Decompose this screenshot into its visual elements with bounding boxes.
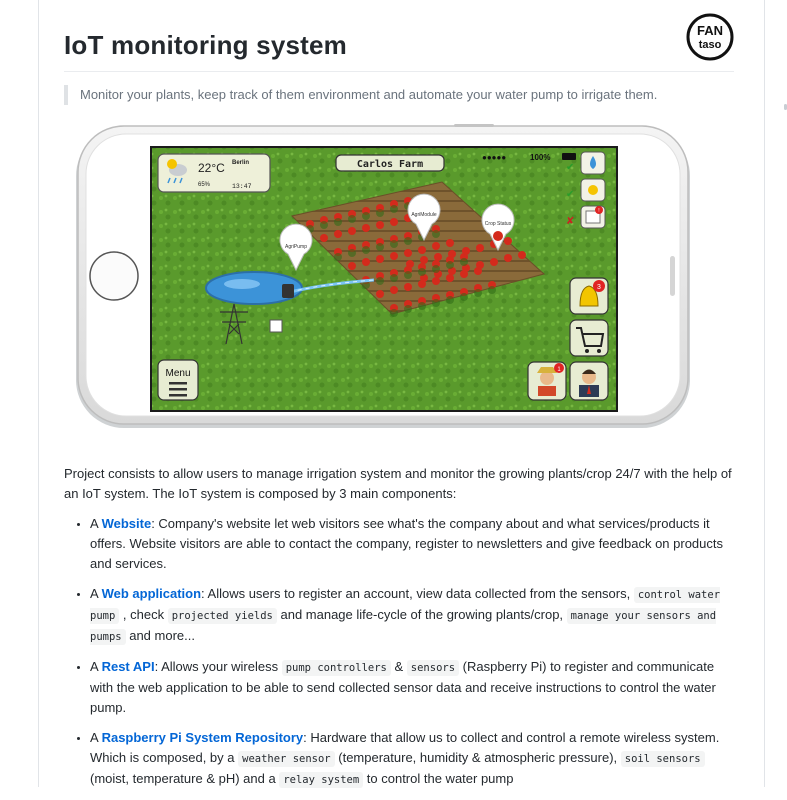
- svg-text:65%: 65%: [198, 182, 211, 188]
- readme-body: Project consists to allow users to manag…: [64, 464, 734, 800]
- sun-icon: [167, 159, 177, 169]
- app-screenshot-phone: AgriPump AgriModule Crop Status 22°C 65%…: [74, 124, 694, 434]
- svg-text:FAN: FAN: [697, 23, 723, 38]
- check-icon: ✔: [566, 162, 574, 173]
- list-item-website: A Website: Company's website let web vis…: [90, 514, 734, 574]
- svg-text:100%: 100%: [530, 153, 550, 162]
- user-account-button[interactable]: [569, 361, 609, 401]
- web-application-link[interactable]: Web application: [102, 586, 201, 601]
- inline-code: weather sensor: [238, 751, 335, 767]
- component-list: A Website: Company's website let web vis…: [64, 514, 734, 790]
- inline-code: projected yields: [167, 608, 277, 624]
- svg-text:●●●●●: ●●●●●: [482, 153, 506, 162]
- list-item-raspberry-pi: A Raspberry Pi System Repository: Hardwa…: [90, 728, 734, 790]
- svg-text:Berlin: Berlin: [232, 160, 249, 166]
- title-divider: [64, 71, 734, 72]
- check-icon: ✔: [566, 189, 574, 200]
- sunlight-status-icon[interactable]: [580, 178, 606, 202]
- calendar-status-icon[interactable]: !: [580, 205, 606, 229]
- page-title: IoT monitoring system: [64, 30, 348, 60]
- svg-text:taso: taso: [699, 39, 722, 51]
- notifications-button[interactable]: 3: [569, 277, 609, 315]
- menu-button[interactable]: Menu: [157, 359, 199, 401]
- home-button: [89, 251, 139, 301]
- svg-text:13:47: 13:47: [232, 183, 252, 190]
- website-link[interactable]: Website: [102, 516, 152, 531]
- content-left-border: [38, 0, 39, 787]
- svg-text:Crop Status: Crop Status: [485, 221, 512, 227]
- inline-code: sensors: [406, 660, 460, 676]
- svg-text:22°C: 22°C: [198, 161, 225, 175]
- list-item-rest-api: A Rest API: Allows your wireless pump co…: [90, 657, 734, 718]
- farmer-profile-button[interactable]: 1: [527, 361, 567, 401]
- phone-illustration: AgriPump AgriModule Crop Status 22°C 65%…: [76, 124, 690, 428]
- intro-paragraph: Project consists to allow users to manag…: [64, 466, 732, 501]
- svg-text:AgriPump: AgriPump: [285, 244, 307, 250]
- inline-code: pump controllers: [281, 660, 391, 676]
- svg-text:Menu: Menu: [165, 368, 190, 379]
- svg-text:3: 3: [597, 284, 601, 291]
- list-item-web-application: A Web application: Allows users to regis…: [90, 584, 734, 647]
- raspberry-pi-repo-link[interactable]: Raspberry Pi System Repository: [102, 730, 304, 745]
- cross-icon: ✘: [566, 216, 574, 227]
- water-status-icon[interactable]: [580, 151, 606, 175]
- farm-name-banner: Carlos Farm: [335, 154, 445, 172]
- svg-text:AgriModule: AgriModule: [411, 212, 437, 218]
- weather-widget[interactable]: 22°C 65% Berlin 13:47: [157, 153, 271, 193]
- svg-text:!: !: [598, 208, 599, 214]
- inline-code: soil sensors: [620, 751, 705, 767]
- shop-cart-button[interactable]: [569, 319, 609, 357]
- content-right-border: [764, 0, 765, 787]
- svg-text:Carlos Farm: Carlos Farm: [357, 159, 423, 170]
- subtitle-quote: Monitor your plants, keep track of them …: [64, 85, 740, 105]
- rest-api-link[interactable]: Rest API: [102, 659, 155, 674]
- inline-code: relay system: [279, 772, 364, 788]
- fantaso-logo: FAN taso: [686, 13, 734, 61]
